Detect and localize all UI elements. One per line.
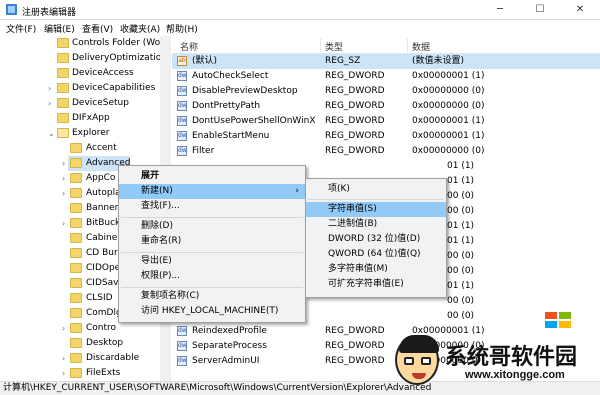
tree-node-explorer[interactable]: ⌄ Explorer	[0, 126, 160, 141]
value-row[interactable]: dw AutoCheckSelect REG_DWORD 0x00000001 (1)	[172, 69, 600, 84]
folder-icon	[57, 68, 69, 78]
menu-bar: 文件(F) 编辑(E) 查看(V) 收藏夹(A) 帮助(H)	[0, 20, 600, 36]
folder-icon	[70, 143, 82, 153]
column-divider[interactable]	[407, 38, 408, 52]
column-type-header[interactable]: 类型	[325, 40, 343, 53]
folder-icon	[70, 353, 82, 363]
menu-item-rename[interactable]: 重命名(R)	[119, 234, 305, 249]
folder-icon	[57, 98, 69, 108]
value-row[interactable]: dw DisablePreviewDesktop REG_DWORD 0x000000…	[172, 84, 600, 99]
folder-icon	[70, 248, 82, 258]
value-row[interactable]: dw EnableStartMenu REG_DWORD 0x00000001 (1)	[172, 129, 600, 144]
menu-item-goto-hklm[interactable]: 访问 HKEY_LOCAL_MACHINE(T)	[119, 304, 305, 319]
menu-item-permissions[interactable]: 权限(P)...	[119, 269, 305, 284]
submenu-item-qword-value[interactable]: QWORD (64 位)值(Q)	[306, 247, 446, 262]
menu-separator	[121, 287, 303, 288]
folder-icon	[70, 173, 82, 183]
tree-node[interactable]: DeliveryOptimization	[0, 51, 167, 66]
close-button[interactable]: ✕	[560, 0, 600, 20]
folder-icon	[70, 263, 82, 273]
folder-icon	[57, 83, 69, 93]
menu-help[interactable]: 帮助(H)	[166, 22, 198, 35]
context-menu: 展开 新建(N) › 查找(F)... 删除(D) 重命名(R) 导出(E) 权限…	[118, 165, 306, 323]
submenu-item-key[interactable]: 项(K)	[306, 182, 446, 197]
menu-separator	[308, 199, 444, 200]
tree-node[interactable]: Controls Folder (Wo	[0, 36, 160, 51]
tree-node[interactable]: › Contro	[0, 321, 160, 336]
watermark-url: www.xitongge.com	[465, 369, 565, 381]
folder-icon	[57, 53, 69, 63]
menu-item-expand[interactable]: 展开	[119, 169, 305, 184]
tree-node[interactable]: Desktop	[0, 336, 160, 351]
title-bar: 注册表编辑器 ─ ☐ ✕	[0, 0, 600, 20]
folder-icon	[70, 308, 82, 318]
dword-value-icon: dw	[177, 86, 187, 96]
dword-value-icon: dw	[177, 326, 187, 336]
value-row[interactable]: dw Filter REG_DWORD 0x00000000 (0)	[172, 144, 600, 159]
dword-value-icon: dw	[177, 131, 187, 141]
menu-view[interactable]: 查看(V)	[82, 22, 113, 35]
menu-separator	[121, 252, 303, 253]
tree-node[interactable]: Accent	[0, 141, 160, 156]
submenu-item-dword-value[interactable]: DWORD (32 位)值(D)	[306, 232, 446, 247]
folder-icon	[70, 323, 82, 333]
value-list-header: 名称 类型 数据	[172, 36, 600, 54]
window-title: 注册表编辑器	[22, 8, 77, 18]
new-submenu: 项(K) 字符串值(S) 二进制值(B) DWORD (32 位)值(D) QW…	[305, 178, 447, 298]
menu-item-new[interactable]: 新建(N) ›	[119, 184, 305, 199]
folder-icon	[70, 203, 82, 213]
value-row[interactable]: dw DontPrettyPath REG_DWORD 0x00000000 (0)	[172, 99, 600, 114]
submenu-item-multi-string-value[interactable]: 多字符串值(M)	[306, 262, 446, 277]
folder-icon	[70, 218, 82, 228]
value-row-default[interactable]: ab (默认) REG_SZ (数值未设置)	[172, 54, 600, 69]
submenu-arrow-icon: ›	[295, 186, 299, 196]
menu-item-delete[interactable]: 删除(D)	[119, 219, 305, 234]
menu-file[interactable]: 文件(F)	[6, 22, 36, 35]
folder-icon	[70, 158, 82, 168]
watermark-logo: 系统哥软件园 www.xitongge.com	[395, 335, 600, 395]
maximize-button[interactable]: ☐	[520, 0, 560, 20]
tree-node[interactable]: › DeviceCapabilities	[0, 81, 160, 96]
folder-icon	[70, 293, 82, 303]
dword-value-icon: dw	[177, 146, 187, 156]
menu-separator	[121, 217, 303, 218]
dword-value-icon: dw	[177, 101, 187, 111]
tree-node[interactable]: › Discardable	[0, 351, 160, 366]
submenu-item-string-value[interactable]: 字符串值(S)	[306, 202, 446, 217]
column-name-header[interactable]: 名称	[180, 40, 198, 53]
minimize-button[interactable]: ─	[480, 0, 520, 20]
dword-value-icon: dw	[177, 356, 187, 366]
menu-item-find[interactable]: 查找(F)...	[119, 199, 305, 214]
regedit-app-icon	[6, 4, 17, 15]
dword-value-icon: dw	[177, 116, 187, 126]
tree-node[interactable]: DeviceAccess	[0, 66, 160, 81]
menu-item-export[interactable]: 导出(E)	[119, 254, 305, 269]
dword-value-icon: dw	[177, 341, 187, 351]
column-divider[interactable]	[320, 38, 321, 52]
column-data-header[interactable]: 数据	[412, 40, 430, 53]
folder-icon	[70, 368, 82, 378]
string-value-icon: ab	[177, 56, 187, 66]
folder-icon	[57, 38, 69, 48]
submenu-item-binary-value[interactable]: 二进制值(B)	[306, 217, 446, 232]
folder-icon	[57, 113, 69, 123]
menu-favorites[interactable]: 收藏夹(A)	[120, 22, 160, 35]
folder-icon	[70, 278, 82, 288]
tree-node[interactable]: › DeviceSetup	[0, 96, 160, 111]
mascot-face-icon	[395, 335, 439, 385]
windows-logo-icon	[545, 312, 575, 328]
value-row[interactable]: dw DontUsePowerShellOnWinX REG_DWORD 0x0000…	[172, 114, 600, 129]
tree-node[interactable]: DIFxApp	[0, 111, 160, 126]
folder-icon	[70, 233, 82, 243]
folder-icon	[70, 338, 82, 348]
submenu-item-expandable-string-value[interactable]: 可扩充字符串值(E)	[306, 277, 446, 292]
dword-value-icon: dw	[177, 71, 187, 81]
tree-node[interactable]: › FileExts	[0, 366, 160, 381]
watermark-brand: 系统哥软件园	[445, 345, 578, 370]
menu-item-copy-key-name[interactable]: 复制项名称(C)	[119, 289, 305, 304]
open-folder-icon	[57, 128, 69, 138]
menu-edit[interactable]: 编辑(E)	[44, 22, 75, 35]
folder-icon	[70, 188, 82, 198]
